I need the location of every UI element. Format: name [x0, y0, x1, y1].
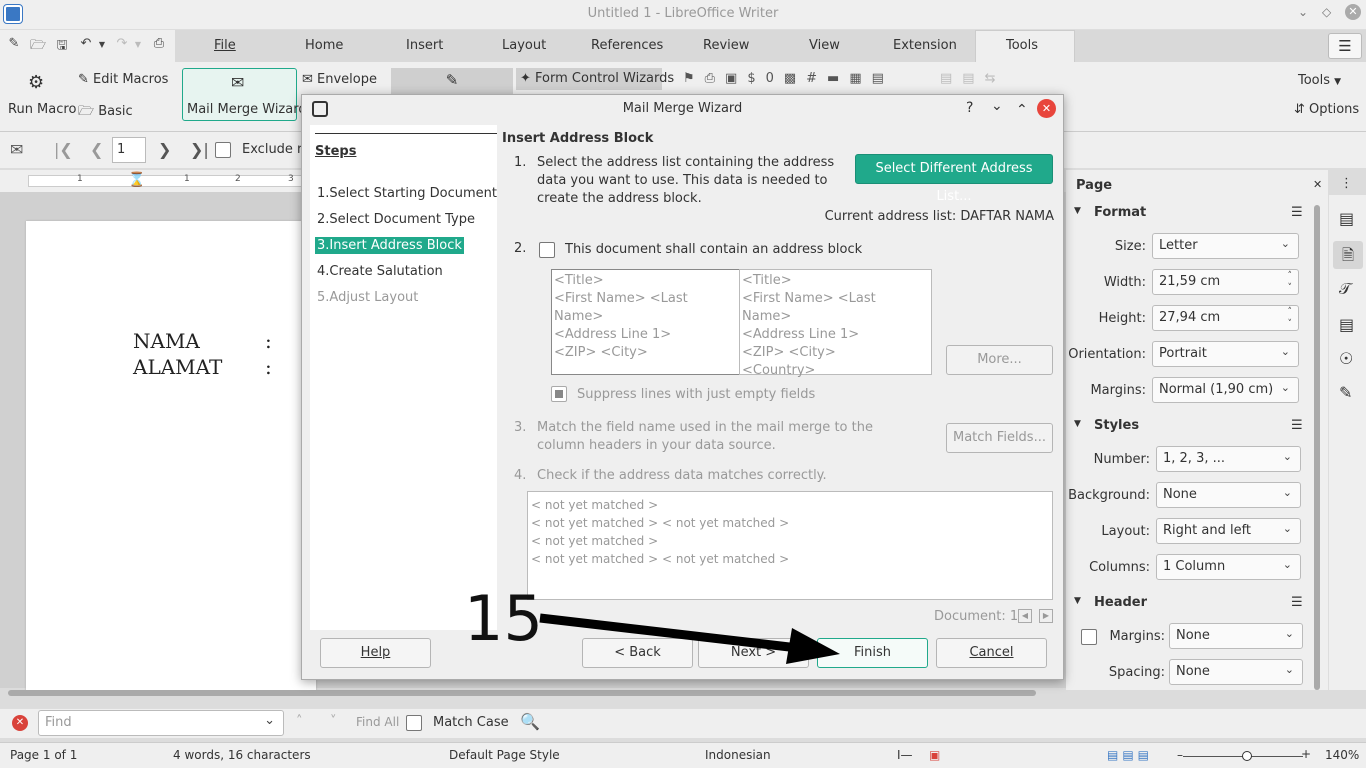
annotation-arrow [539, 613, 840, 664]
